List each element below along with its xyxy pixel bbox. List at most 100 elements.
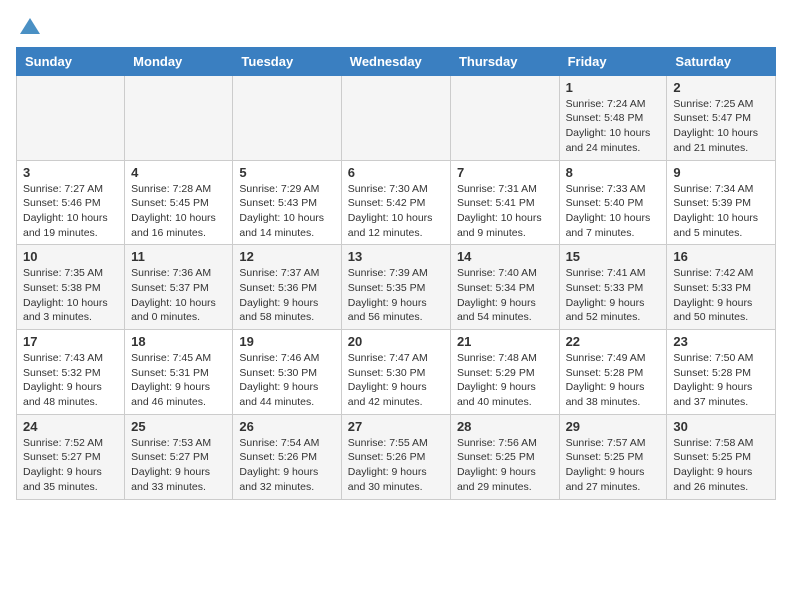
calendar-cell bbox=[125, 75, 233, 160]
day-info: Sunrise: 7:33 AM Sunset: 5:40 PM Dayligh… bbox=[566, 182, 661, 241]
calendar: SundayMondayTuesdayWednesdayThursdayFrid… bbox=[16, 47, 776, 500]
calendar-cell: 14 Sunrise: 7:40 AM Sunset: 5:34 PM Dayli… bbox=[450, 245, 559, 330]
calendar-cell: 22 Sunrise: 7:49 AM Sunset: 5:28 PM Dayli… bbox=[559, 330, 667, 415]
day-info: Sunrise: 7:42 AM Sunset: 5:33 PM Dayligh… bbox=[673, 266, 769, 325]
day-info: Sunrise: 7:55 AM Sunset: 5:26 PM Dayligh… bbox=[348, 436, 444, 495]
day-number: 2 bbox=[673, 80, 769, 95]
day-info: Sunrise: 7:39 AM Sunset: 5:35 PM Dayligh… bbox=[348, 266, 444, 325]
calendar-cell: 27 Sunrise: 7:55 AM Sunset: 5:26 PM Dayli… bbox=[341, 414, 450, 499]
day-info: Sunrise: 7:24 AM Sunset: 5:48 PM Dayligh… bbox=[566, 97, 661, 156]
day-info: Sunrise: 7:31 AM Sunset: 5:41 PM Dayligh… bbox=[457, 182, 553, 241]
day-number: 29 bbox=[566, 419, 661, 434]
day-info: Sunrise: 7:58 AM Sunset: 5:25 PM Dayligh… bbox=[673, 436, 769, 495]
day-number: 17 bbox=[23, 334, 118, 349]
calendar-header-row: SundayMondayTuesdayWednesdayThursdayFrid… bbox=[17, 47, 776, 75]
calendar-week-3: 17 Sunrise: 7:43 AM Sunset: 5:32 PM Dayli… bbox=[17, 330, 776, 415]
day-number: 22 bbox=[566, 334, 661, 349]
day-number: 14 bbox=[457, 249, 553, 264]
day-number: 3 bbox=[23, 165, 118, 180]
calendar-cell: 25 Sunrise: 7:53 AM Sunset: 5:27 PM Dayli… bbox=[125, 414, 233, 499]
day-number: 24 bbox=[23, 419, 118, 434]
calendar-header-wednesday: Wednesday bbox=[341, 47, 450, 75]
calendar-cell: 13 Sunrise: 7:39 AM Sunset: 5:35 PM Dayli… bbox=[341, 245, 450, 330]
day-number: 13 bbox=[348, 249, 444, 264]
day-number: 26 bbox=[239, 419, 334, 434]
logo-text bbox=[16, 16, 42, 41]
day-number: 4 bbox=[131, 165, 226, 180]
calendar-week-1: 3 Sunrise: 7:27 AM Sunset: 5:46 PM Daylig… bbox=[17, 160, 776, 245]
day-info: Sunrise: 7:35 AM Sunset: 5:38 PM Dayligh… bbox=[23, 266, 118, 325]
day-number: 16 bbox=[673, 249, 769, 264]
day-info: Sunrise: 7:49 AM Sunset: 5:28 PM Dayligh… bbox=[566, 351, 661, 410]
day-info: Sunrise: 7:47 AM Sunset: 5:30 PM Dayligh… bbox=[348, 351, 444, 410]
day-number: 5 bbox=[239, 165, 334, 180]
calendar-cell bbox=[233, 75, 341, 160]
calendar-cell: 29 Sunrise: 7:57 AM Sunset: 5:25 PM Dayli… bbox=[559, 414, 667, 499]
day-info: Sunrise: 7:43 AM Sunset: 5:32 PM Dayligh… bbox=[23, 351, 118, 410]
calendar-cell: 26 Sunrise: 7:54 AM Sunset: 5:26 PM Dayli… bbox=[233, 414, 341, 499]
calendar-cell: 24Sunrise: 7:52 AM Sunset: 5:27 PM Dayli… bbox=[17, 414, 125, 499]
calendar-header-saturday: Saturday bbox=[667, 47, 776, 75]
calendar-cell bbox=[341, 75, 450, 160]
day-info: Sunrise: 7:50 AM Sunset: 5:28 PM Dayligh… bbox=[673, 351, 769, 410]
calendar-cell: 12Sunrise: 7:37 AM Sunset: 5:36 PM Dayli… bbox=[233, 245, 341, 330]
calendar-cell: 2 Sunrise: 7:25 AM Sunset: 5:47 PM Daylig… bbox=[667, 75, 776, 160]
day-info: Sunrise: 7:29 AM Sunset: 5:43 PM Dayligh… bbox=[239, 182, 334, 241]
day-number: 30 bbox=[673, 419, 769, 434]
day-info: Sunrise: 7:34 AM Sunset: 5:39 PM Dayligh… bbox=[673, 182, 769, 241]
calendar-cell: 7 Sunrise: 7:31 AM Sunset: 5:41 PM Daylig… bbox=[450, 160, 559, 245]
day-info: Sunrise: 7:40 AM Sunset: 5:34 PM Dayligh… bbox=[457, 266, 553, 325]
calendar-cell: 5 Sunrise: 7:29 AM Sunset: 5:43 PM Daylig… bbox=[233, 160, 341, 245]
calendar-week-0: 1 Sunrise: 7:24 AM Sunset: 5:48 PM Daylig… bbox=[17, 75, 776, 160]
day-info: Sunrise: 7:46 AM Sunset: 5:30 PM Dayligh… bbox=[239, 351, 334, 410]
day-number: 1 bbox=[566, 80, 661, 95]
day-info: Sunrise: 7:27 AM Sunset: 5:46 PM Dayligh… bbox=[23, 182, 118, 241]
day-number: 28 bbox=[457, 419, 553, 434]
day-number: 25 bbox=[131, 419, 226, 434]
calendar-week-2: 10 Sunrise: 7:35 AM Sunset: 5:38 PM Dayli… bbox=[17, 245, 776, 330]
day-info: Sunrise: 7:25 AM Sunset: 5:47 PM Dayligh… bbox=[673, 97, 769, 156]
day-number: 10 bbox=[23, 249, 118, 264]
calendar-cell: 16 Sunrise: 7:42 AM Sunset: 5:33 PM Dayli… bbox=[667, 245, 776, 330]
logo bbox=[16, 16, 42, 39]
day-info: Sunrise: 7:56 AM Sunset: 5:25 PM Dayligh… bbox=[457, 436, 553, 495]
day-number: 7 bbox=[457, 165, 553, 180]
day-number: 18 bbox=[131, 334, 226, 349]
calendar-cell: 8Sunrise: 7:33 AM Sunset: 5:40 PM Daylig… bbox=[559, 160, 667, 245]
day-number: 27 bbox=[348, 419, 444, 434]
calendar-cell bbox=[17, 75, 125, 160]
day-info: Sunrise: 7:36 AM Sunset: 5:37 PM Dayligh… bbox=[131, 266, 226, 325]
calendar-cell: 9 Sunrise: 7:34 AM Sunset: 5:39 PM Daylig… bbox=[667, 160, 776, 245]
calendar-header-tuesday: Tuesday bbox=[233, 47, 341, 75]
day-info: Sunrise: 7:48 AM Sunset: 5:29 PM Dayligh… bbox=[457, 351, 553, 410]
day-number: 20 bbox=[348, 334, 444, 349]
calendar-cell: 4 Sunrise: 7:28 AM Sunset: 5:45 PM Daylig… bbox=[125, 160, 233, 245]
day-number: 11 bbox=[131, 249, 226, 264]
day-number: 9 bbox=[673, 165, 769, 180]
calendar-header-friday: Friday bbox=[559, 47, 667, 75]
calendar-cell: 17 Sunrise: 7:43 AM Sunset: 5:32 PM Dayli… bbox=[17, 330, 125, 415]
day-number: 12 bbox=[239, 249, 334, 264]
day-number: 21 bbox=[457, 334, 553, 349]
header bbox=[16, 16, 776, 39]
calendar-header-thursday: Thursday bbox=[450, 47, 559, 75]
calendar-cell: 10 Sunrise: 7:35 AM Sunset: 5:38 PM Dayli… bbox=[17, 245, 125, 330]
calendar-header-sunday: Sunday bbox=[17, 47, 125, 75]
calendar-cell: 15 Sunrise: 7:41 AM Sunset: 5:33 PM Dayli… bbox=[559, 245, 667, 330]
day-info: Sunrise: 7:41 AM Sunset: 5:33 PM Dayligh… bbox=[566, 266, 661, 325]
calendar-cell: 6 Sunrise: 7:30 AM Sunset: 5:42 PM Daylig… bbox=[341, 160, 450, 245]
day-number: 6 bbox=[348, 165, 444, 180]
day-info: Sunrise: 7:28 AM Sunset: 5:45 PM Dayligh… bbox=[131, 182, 226, 241]
day-number: 15 bbox=[566, 249, 661, 264]
day-info: Sunrise: 7:45 AM Sunset: 5:31 PM Dayligh… bbox=[131, 351, 226, 410]
calendar-cell: 3 Sunrise: 7:27 AM Sunset: 5:46 PM Daylig… bbox=[17, 160, 125, 245]
calendar-cell: 23Sunrise: 7:50 AM Sunset: 5:28 PM Dayli… bbox=[667, 330, 776, 415]
calendar-cell: 19Sunrise: 7:46 AM Sunset: 5:30 PM Dayli… bbox=[233, 330, 341, 415]
day-info: Sunrise: 7:30 AM Sunset: 5:42 PM Dayligh… bbox=[348, 182, 444, 241]
calendar-cell: 20 Sunrise: 7:47 AM Sunset: 5:30 PM Dayli… bbox=[341, 330, 450, 415]
day-info: Sunrise: 7:54 AM Sunset: 5:26 PM Dayligh… bbox=[239, 436, 334, 495]
logo-icon bbox=[18, 16, 42, 36]
calendar-cell bbox=[450, 75, 559, 160]
day-info: Sunrise: 7:57 AM Sunset: 5:25 PM Dayligh… bbox=[566, 436, 661, 495]
day-info: Sunrise: 7:53 AM Sunset: 5:27 PM Dayligh… bbox=[131, 436, 226, 495]
